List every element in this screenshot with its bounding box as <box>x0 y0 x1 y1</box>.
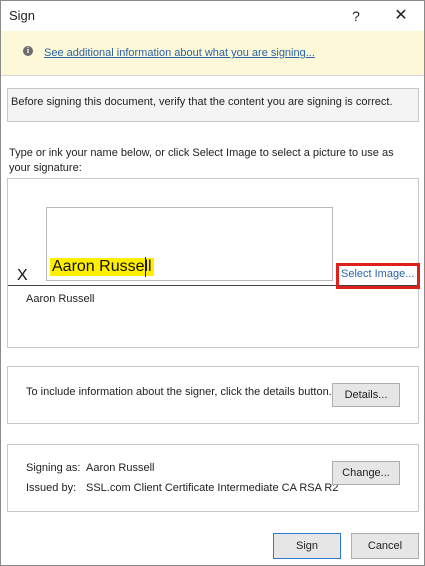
text-caret <box>145 257 146 277</box>
change-button[interactable]: Change... <box>332 461 400 485</box>
signing-as-value: Aaron Russell <box>86 462 155 474</box>
sign-dialog: Sign ? ✕ i See additional information ab… <box>0 0 425 566</box>
issued-by-label: Issued by: <box>26 482 77 494</box>
title-bar: Sign ? ✕ <box>1 1 424 31</box>
sign-button[interactable]: Sign <box>273 533 341 559</box>
signature-input[interactable]: Aaron Russell <box>46 207 333 281</box>
details-button[interactable]: Details... <box>332 383 400 407</box>
info-bar: i See additional information about what … <box>1 31 424 76</box>
details-panel: To include information about the signer,… <box>7 366 419 424</box>
signing-info-panel: Signing as: Aaron Russell Issued by: SSL… <box>7 444 419 512</box>
info-icon: i <box>23 46 33 56</box>
issued-by-value: SSL.com Client Certificate Intermediate … <box>86 482 339 494</box>
typed-signature: Aaron Russell <box>50 258 154 276</box>
signature-x-mark: X <box>17 267 28 284</box>
help-button[interactable]: ? <box>345 5 367 27</box>
select-image-link[interactable]: Select Image... <box>341 268 414 280</box>
signing-as-label: Signing as: <box>26 462 81 474</box>
cancel-button[interactable]: Cancel <box>351 533 419 559</box>
verify-message-box: Before signing this document, verify tha… <box>7 88 419 122</box>
verify-message: Before signing this document, verify tha… <box>11 96 393 108</box>
signature-instructions: Type or ink your name below, or click Se… <box>9 147 394 174</box>
signature-panel: Aaron Russell X Select Image... Aaron Ru… <box>7 178 420 348</box>
additional-info-link[interactable]: See additional information about what yo… <box>44 47 315 59</box>
close-button[interactable]: ✕ <box>389 5 413 27</box>
details-description: To include information about the signer,… <box>26 386 332 398</box>
signer-name: Aaron Russell <box>26 293 95 305</box>
dialog-title: Sign <box>9 8 36 23</box>
